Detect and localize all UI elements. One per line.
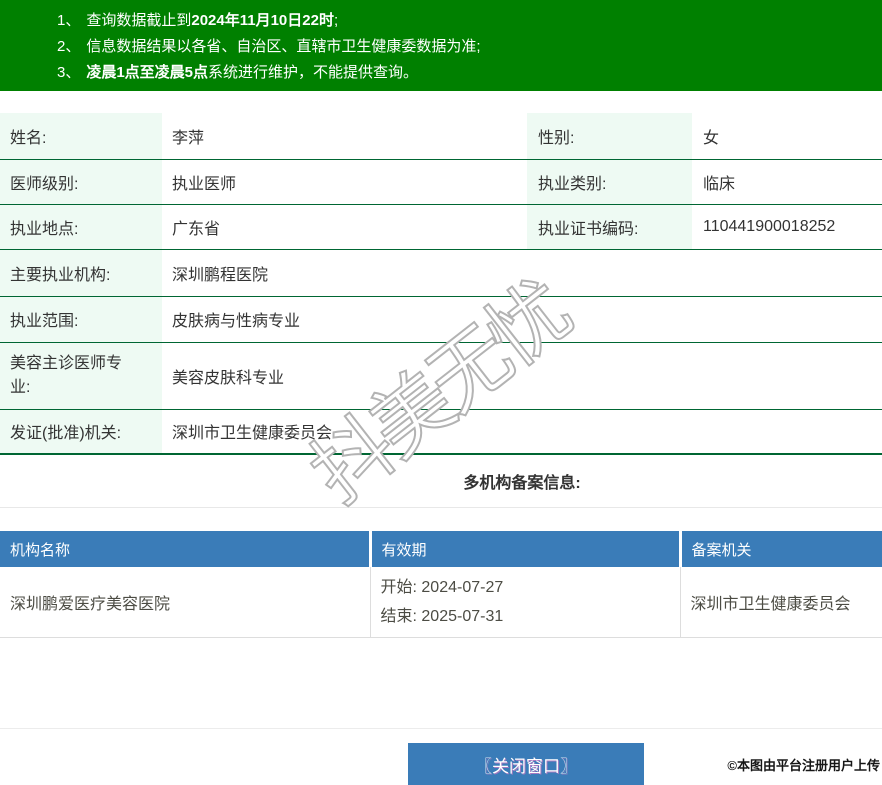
column-header-org-name: 机构名称 bbox=[0, 531, 372, 567]
field-label-main-institution: 主要执业机构: bbox=[0, 249, 162, 297]
filing-authority: 深圳市卫生健康委员会 bbox=[680, 567, 882, 638]
notice-text: 系统进行维护，不能提供查询。 bbox=[208, 64, 419, 81]
table-row: 医师级别: 执业医师 执业类别: 临床 bbox=[0, 159, 882, 205]
close-window-button[interactable]: 〖关闭窗口〗 bbox=[408, 743, 644, 785]
field-value-gender: 女 bbox=[692, 113, 882, 160]
field-label-practice-scope: 执业范围: bbox=[0, 296, 162, 343]
section-title: 多机构备案信息: bbox=[463, 475, 581, 492]
field-value-practice-scope: 皮肤病与性病专业 bbox=[162, 296, 882, 343]
field-value-practice-class: 临床 bbox=[692, 159, 882, 205]
section-title-zone: 多机构备案信息: bbox=[0, 455, 882, 508]
field-label-cosmetic-specialty: 美容主诊医师专业: bbox=[0, 342, 162, 410]
practitioner-info-table: 姓名: 李萍 性别: 女 医师级别: 执业医师 执业类别: 临床 执业地点: 广… bbox=[0, 113, 882, 455]
field-value-name: 李萍 bbox=[162, 113, 527, 160]
field-label-gender: 性别: bbox=[527, 113, 692, 160]
field-value-doctor-level: 执业医师 bbox=[162, 159, 527, 205]
notice-text: 信息数据结果以各省、自治区、直辖市卫生健康委数据为准; bbox=[86, 38, 481, 55]
table-row: 执业范围: 皮肤病与性病专业 bbox=[0, 296, 882, 343]
notice-item-2: 2、 信息数据结果以各省、自治区、直辖市卫生健康委数据为准; bbox=[57, 34, 882, 60]
filing-validity: 开始: 2024-07-27 结束: 2025-07-31 bbox=[370, 567, 681, 638]
field-value-certificate-no: 110441900018252 bbox=[692, 204, 882, 250]
footer-divider bbox=[0, 728, 882, 729]
field-label-name: 姓名: bbox=[0, 113, 162, 160]
table-row: 姓名: 李萍 性别: 女 bbox=[0, 113, 882, 160]
table-row: 发证(批准)机关: 深圳市卫生健康委员会 bbox=[0, 409, 882, 455]
notice-item-3: 3、 凌晨1点至凌晨5点系统进行维护，不能提供查询。 bbox=[57, 60, 882, 86]
notice-number: 1、 bbox=[57, 12, 81, 29]
column-header-authority: 备案机关 bbox=[680, 531, 882, 567]
attribution-text: ©本图由平台注册用户上传 bbox=[727, 758, 880, 773]
table-row: 主要执业机构: 深圳鹏程医院 bbox=[0, 249, 882, 297]
notice-number: 3、 bbox=[57, 64, 81, 81]
filing-table: 机构名称 有效期 备案机关 深圳鹏爱医疗美容医院 开始: 2024-07-27 … bbox=[0, 531, 882, 638]
filing-header-row: 机构名称 有效期 备案机关 bbox=[0, 531, 882, 567]
notice-text-bold: 凌晨1点至凌晨5点 bbox=[86, 64, 209, 81]
filing-org-name: 深圳鹏爱医疗美容医院 bbox=[0, 567, 371, 638]
notice-item-1: 1、 查询数据截止到2024年11月10日22时; bbox=[57, 8, 882, 34]
field-label-doctor-level: 医师级别: bbox=[0, 159, 162, 205]
field-label-practice-class: 执业类别: bbox=[527, 159, 692, 205]
field-label-practice-place: 执业地点: bbox=[0, 204, 162, 250]
filing-validity-start: 开始: 2024-07-27 bbox=[380, 578, 504, 596]
table-row: 执业地点: 广东省 执业证书编码: 110441900018252 bbox=[0, 204, 882, 250]
notice-text: 查询数据截止到 bbox=[86, 12, 192, 29]
field-label-certificate-no: 执业证书编码: bbox=[527, 204, 692, 250]
table-row: 美容主诊医师专业: 美容皮肤科专业 bbox=[0, 342, 882, 410]
filing-data-row: 深圳鹏爱医疗美容医院 开始: 2024-07-27 结束: 2025-07-31… bbox=[0, 567, 882, 638]
notice-text: ; bbox=[333, 12, 339, 29]
field-value-issuing-authority: 深圳市卫生健康委员会 bbox=[162, 409, 882, 455]
field-label-issuing-authority: 发证(批准)机关: bbox=[0, 409, 162, 455]
notice-text-bold: 2024年11月10日22时 bbox=[191, 12, 334, 29]
field-value-main-institution: 深圳鹏程医院 bbox=[162, 249, 882, 297]
field-value-cosmetic-specialty: 美容皮肤科专业 bbox=[162, 342, 882, 410]
notice-bar: 1、 查询数据截止到2024年11月10日22时; 2、 信息数据结果以各省、自治区… bbox=[0, 0, 882, 91]
column-header-validity: 有效期 bbox=[370, 531, 682, 567]
filing-validity-end: 结束: 2025-07-31 bbox=[380, 607, 504, 625]
field-value-practice-place: 广东省 bbox=[162, 204, 527, 250]
notice-number: 2、 bbox=[57, 38, 81, 55]
